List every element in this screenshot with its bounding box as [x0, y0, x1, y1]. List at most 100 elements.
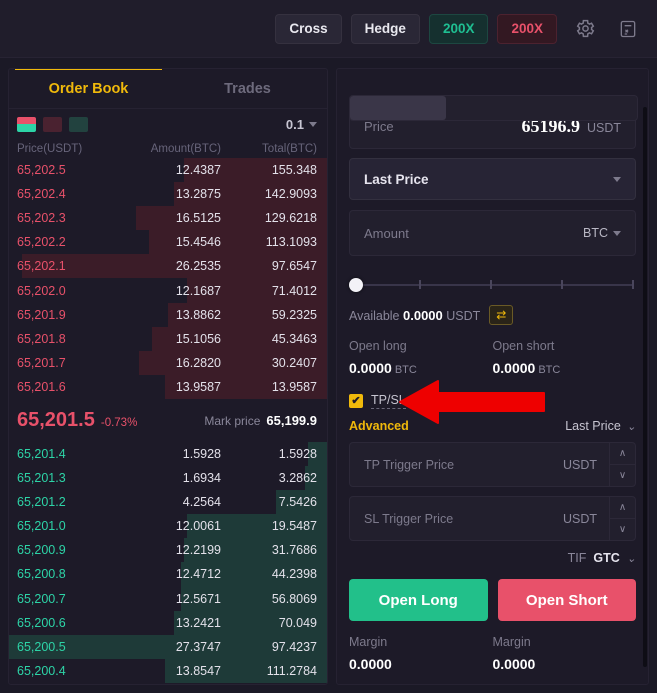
- tab-order-book[interactable]: Order Book: [9, 69, 168, 108]
- leverage-long-button[interactable]: 200X: [428, 13, 489, 44]
- order-book-row[interactable]: 65,201.3 1.6934 3.2862: [9, 466, 327, 491]
- open-short-button[interactable]: Open Short: [497, 579, 636, 621]
- row-price: 65,200.6: [17, 615, 66, 630]
- view-mode-bids-icon[interactable]: [69, 116, 88, 132]
- tp-trigger-stepper[interactable]: ∧ ∨: [609, 443, 635, 486]
- price-type-select[interactable]: Last Price: [349, 158, 636, 200]
- margin-mode-button[interactable]: Cross: [275, 13, 342, 44]
- margin-short: Margin 0.0000: [493, 635, 637, 672]
- chevron-down-icon[interactable]: ∨: [610, 519, 635, 540]
- slider-handle[interactable]: [349, 278, 363, 292]
- tab-trades[interactable]: Trades: [168, 69, 327, 108]
- amount-unit: BTC: [583, 226, 608, 240]
- tp-trigger-input[interactable]: TP Trigger Price USDT: [350, 443, 609, 486]
- row-amount: 4.2564: [182, 495, 221, 510]
- row-amount: 27.3747: [175, 639, 221, 654]
- tpsl-label[interactable]: TP/SL: [371, 393, 406, 409]
- amount-field[interactable]: Amount BTC: [349, 210, 636, 256]
- row-total: 97.4237: [271, 639, 317, 654]
- chevron-down-icon: ⌄: [626, 420, 636, 433]
- chevron-down-icon: [613, 176, 621, 182]
- chevron-down-icon: [613, 230, 621, 236]
- open-long-label: Open long: [349, 339, 407, 353]
- available-unit: USDT: [446, 308, 481, 323]
- order-book-row[interactable]: 65,202.5 12.4387 155.348: [9, 158, 327, 183]
- slider-track: [353, 284, 634, 286]
- row-amount: 15.1056: [175, 331, 221, 346]
- position-mode-button[interactable]: Hedge: [350, 13, 420, 44]
- row-price: 65,201.8: [17, 331, 66, 346]
- trigger-type-select[interactable]: Last Price ⌄: [565, 419, 636, 433]
- order-book-row[interactable]: 65,200.9 12.2199 31.7686: [9, 538, 327, 563]
- view-mode-asks-icon[interactable]: [43, 116, 62, 132]
- tp-trigger-field[interactable]: TP Trigger Price USDT ∧ ∨: [349, 442, 636, 487]
- row-price: 65,201.6: [17, 379, 66, 394]
- column-header-total: Total(BTC): [262, 142, 317, 155]
- order-book-row[interactable]: 65,201.7 16.2820 30.2407: [9, 350, 327, 375]
- trade-form-panel: Price 65196.9 USDT Last Price Amount BTC: [336, 68, 649, 685]
- chevron-down-icon: [309, 121, 317, 127]
- sl-trigger-field[interactable]: SL Trigger Price USDT ∧ ∨: [349, 496, 636, 541]
- slider-tick-25: [419, 280, 421, 289]
- amount-placeholder: Amount: [364, 225, 409, 241]
- tif-value[interactable]: GTC: [593, 551, 619, 565]
- leverage-short-button[interactable]: 200X: [497, 13, 557, 44]
- order-book-panel: Order Book Trades 0.1 Price(USDT) Amount…: [8, 68, 328, 685]
- order-book-row[interactable]: 65,201.6 13.9587 13.9587: [9, 374, 327, 399]
- price-unit: USDT: [586, 120, 621, 135]
- order-book-row[interactable]: 65,201.4 1.5928 1.5928: [9, 441, 327, 467]
- mark-price-label: Mark price: [204, 413, 261, 428]
- order-book-row[interactable]: 65,200.6 13.2421 70.049: [9, 610, 327, 635]
- row-price: 65,202.2: [17, 235, 66, 250]
- swap-icon[interactable]: ⇄: [489, 305, 514, 325]
- row-amount: 16.2820: [175, 355, 221, 370]
- trade-panel-scrollbar[interactable]: [643, 107, 647, 667]
- row-amount: 12.2199: [175, 543, 221, 558]
- tpsl-checkbox[interactable]: ✔: [349, 394, 363, 408]
- chevron-down-icon[interactable]: ⌄: [627, 552, 636, 565]
- open-short-value: 0.0000: [492, 360, 536, 376]
- view-mode-both-icon[interactable]: [17, 116, 36, 132]
- slider-tick-75: [561, 280, 563, 289]
- order-book-row[interactable]: 65,200.5 27.3747 97.4237: [9, 634, 327, 659]
- row-total: 19.5487: [271, 519, 317, 534]
- grouping-value: 0.1: [285, 116, 304, 132]
- order-book-row[interactable]: 65,202.0 12.1687 71.4012: [9, 278, 327, 303]
- order-type-tabs[interactable]: [349, 95, 638, 121]
- gear-icon[interactable]: [570, 14, 600, 44]
- available-label: Available: [349, 308, 400, 323]
- advanced-toggle[interactable]: Advanced: [349, 419, 409, 433]
- open-short-unit: BTC: [538, 364, 561, 376]
- chevron-up-icon[interactable]: ∧: [610, 497, 635, 519]
- order-book-row[interactable]: 65,201.0 12.0061 19.5487: [9, 514, 327, 539]
- amount-slider[interactable]: [349, 278, 636, 292]
- row-price: 65,202.5: [17, 163, 66, 178]
- order-book-row[interactable]: 65,201.9 13.8862 59.2325: [9, 302, 327, 327]
- order-book-row[interactable]: 65,202.4 13.2875 142.9093: [9, 182, 327, 207]
- order-book-row[interactable]: 65,200.4 13.8547 111.2784: [9, 658, 327, 683]
- available-text: Available 0.0000 USDT: [349, 308, 480, 323]
- tp-trigger-unit: USDT: [562, 457, 597, 472]
- order-book-row[interactable]: 65,201.8 15.1056 45.3463: [9, 326, 327, 351]
- row-amount: 16.5125: [175, 211, 221, 226]
- row-price: 65,201.7: [17, 355, 66, 370]
- order-book-row[interactable]: 65,202.2 15.4546 113.1093: [9, 230, 327, 255]
- chevron-down-icon[interactable]: ∨: [610, 465, 635, 486]
- row-total: 59.2325: [271, 307, 317, 322]
- sl-trigger-input[interactable]: SL Trigger Price USDT: [350, 497, 609, 540]
- order-book-row[interactable]: 65,200.7 12.5671 56.8069: [9, 586, 327, 611]
- grouping-dropdown[interactable]: 0.1: [286, 117, 317, 132]
- order-book-row[interactable]: 65,201.2 4.2564 7.5426: [9, 490, 327, 515]
- open-long-button[interactable]: Open Long: [349, 579, 488, 621]
- row-amount: 12.5671: [175, 591, 221, 606]
- order-book-row[interactable]: 65,202.1 26.2535 97.6547: [9, 254, 327, 279]
- order-book-row[interactable]: 65,200.8 12.4712 44.2398: [9, 562, 327, 587]
- row-total: 45.3463: [271, 331, 317, 346]
- chevron-up-icon[interactable]: ∧: [610, 443, 635, 465]
- amount-unit-select[interactable]: BTC: [583, 226, 621, 240]
- row-amount: 26.2535: [175, 259, 221, 274]
- order-type-active-tab[interactable]: [350, 96, 446, 120]
- order-book-row[interactable]: 65,202.3 16.5125 129.6218: [9, 206, 327, 231]
- sl-trigger-stepper[interactable]: ∧ ∨: [609, 497, 635, 540]
- calculator-icon[interactable]: [613, 14, 643, 44]
